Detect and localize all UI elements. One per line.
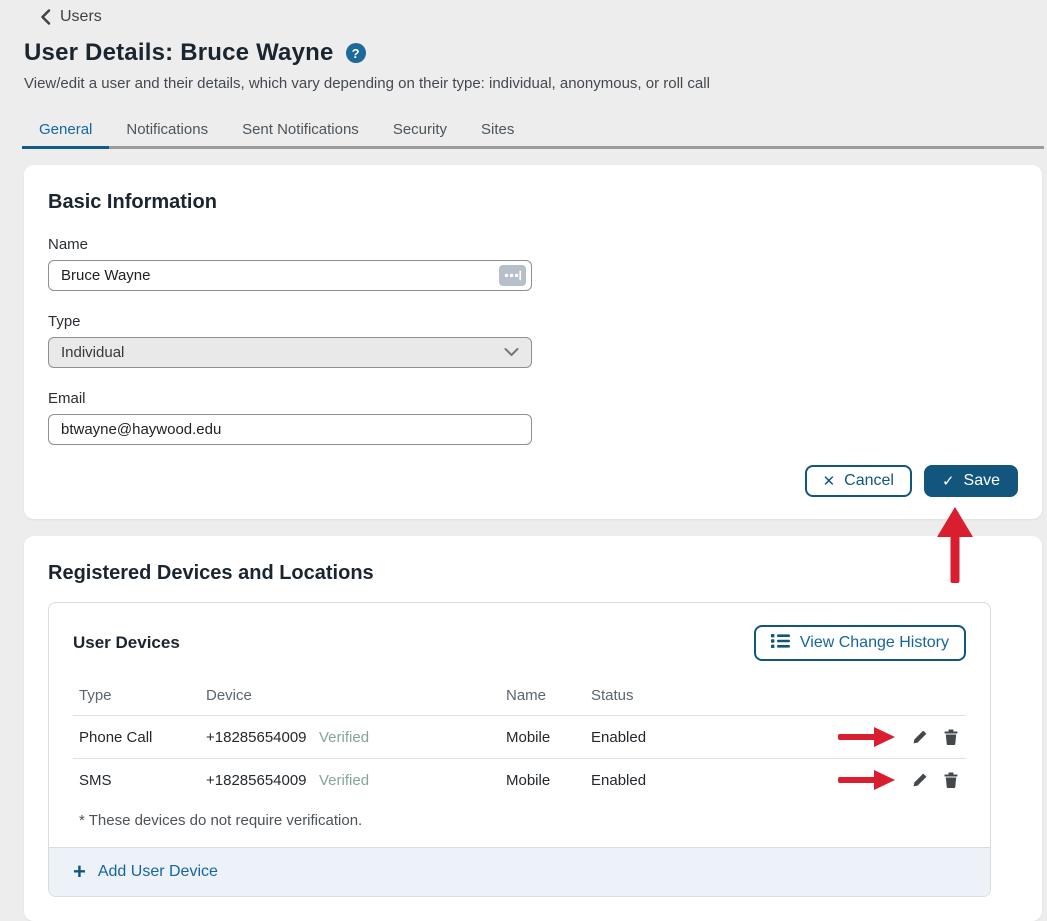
registered-devices-card: Registered Devices and Locations User De… bbox=[24, 536, 1042, 921]
tab-sent-notifications[interactable]: Sent Notifications bbox=[225, 112, 376, 149]
tab-general[interactable]: General bbox=[22, 112, 109, 149]
save-button-label: Save bbox=[964, 472, 1000, 490]
device-number: +18285654009 bbox=[206, 729, 319, 746]
close-icon: ✕ bbox=[823, 474, 836, 489]
device-row-phone-call: Phone Call +18285654009 Verified Mobile … bbox=[73, 715, 966, 758]
device-name: Mobile bbox=[506, 772, 591, 789]
type-select[interactable]: Individual bbox=[48, 337, 532, 368]
tab-bar: General Notifications Sent Notifications… bbox=[22, 112, 1044, 149]
add-user-device-label: Add User Device bbox=[98, 863, 218, 881]
add-user-device-button[interactable]: + Add User Device bbox=[73, 861, 218, 883]
col-header-type: Type bbox=[79, 687, 206, 704]
device-status: Enabled bbox=[591, 729, 836, 746]
col-header-device: Device bbox=[206, 687, 319, 704]
basic-information-card: Basic Information Name Type Individual E… bbox=[24, 165, 1042, 519]
plus-icon: + bbox=[73, 861, 86, 883]
delete-device-icon[interactable] bbox=[944, 772, 958, 788]
device-name: Mobile bbox=[506, 729, 591, 746]
view-change-history-button[interactable]: View Change History bbox=[754, 625, 966, 661]
page-header: Users User Details: Bruce Wayne ? View/e… bbox=[0, 0, 1047, 92]
verification-footnote: * These devices do not require verificat… bbox=[73, 801, 966, 847]
user-devices-title: User Devices bbox=[73, 633, 180, 653]
edit-device-icon[interactable] bbox=[912, 772, 928, 788]
basic-information-heading: Basic Information bbox=[48, 191, 1018, 214]
back-link-users[interactable]: Users bbox=[40, 8, 102, 26]
delete-device-icon[interactable] bbox=[944, 729, 958, 745]
user-devices-card: User Devices View Change History T bbox=[48, 602, 991, 897]
check-icon: ✓ bbox=[942, 474, 955, 489]
device-type: SMS bbox=[79, 772, 206, 789]
back-chevron-icon bbox=[40, 9, 51, 25]
back-label[interactable]: Users bbox=[60, 8, 102, 26]
col-header-status: Status bbox=[591, 687, 836, 704]
device-type: Phone Call bbox=[79, 729, 206, 746]
user-devices-footer: + Add User Device bbox=[49, 847, 990, 896]
tab-security[interactable]: Security bbox=[376, 112, 464, 149]
name-label: Name bbox=[48, 236, 532, 253]
chevron-down-icon bbox=[504, 344, 519, 361]
device-status: Enabled bbox=[591, 772, 836, 789]
cancel-button-label: Cancel bbox=[844, 472, 894, 490]
tab-notifications[interactable]: Notifications bbox=[109, 112, 225, 149]
cancel-button[interactable]: ✕ Cancel bbox=[805, 465, 912, 497]
device-verified-status: Verified bbox=[319, 772, 506, 789]
save-button[interactable]: ✓ Save bbox=[924, 465, 1018, 497]
list-icon bbox=[771, 633, 790, 654]
type-label: Type bbox=[48, 313, 532, 330]
user-devices-table: Type Device Name Status Phone Call +1828… bbox=[73, 677, 966, 847]
annotation-arrow-right bbox=[836, 726, 896, 748]
type-select-value: Individual bbox=[61, 344, 124, 361]
edit-device-icon[interactable] bbox=[912, 729, 928, 745]
page-title: User Details: Bruce Wayne bbox=[24, 39, 334, 67]
device-row-sms: SMS +18285654009 Verified Mobile Enabled bbox=[73, 758, 966, 801]
view-change-history-label: View Change History bbox=[800, 634, 949, 652]
name-input-expand-icon[interactable] bbox=[499, 265, 526, 286]
help-icon[interactable]: ? bbox=[346, 43, 366, 63]
device-verified-status: Verified bbox=[319, 729, 506, 746]
registered-devices-heading: Registered Devices and Locations bbox=[48, 562, 1018, 585]
page-subtitle: View/edit a user and their details, whic… bbox=[24, 75, 1023, 92]
name-input[interactable] bbox=[48, 260, 532, 291]
email-input[interactable] bbox=[48, 414, 532, 445]
col-header-name: Name bbox=[506, 687, 591, 704]
annotation-arrow-right bbox=[836, 769, 896, 791]
email-label: Email bbox=[48, 390, 532, 407]
tab-sites[interactable]: Sites bbox=[464, 112, 531, 149]
device-number: +18285654009 bbox=[206, 772, 319, 789]
